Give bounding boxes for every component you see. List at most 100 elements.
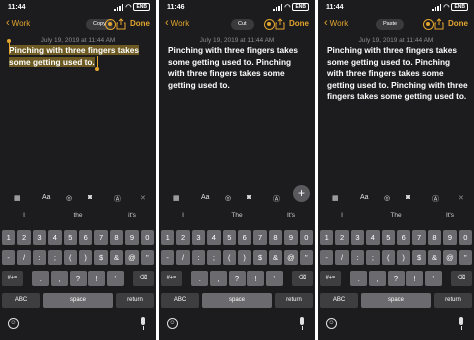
key[interactable]: ) (238, 250, 252, 265)
back-button[interactable]: ‹ Work (165, 18, 189, 29)
key[interactable]: ! (88, 271, 106, 286)
add-person-icon[interactable] (264, 19, 275, 30)
key[interactable]: ( (381, 250, 395, 265)
markup-icon[interactable]: Ⓐ (114, 194, 121, 204)
symbols-toggle-key[interactable]: #+= (2, 271, 23, 286)
checklist-icon[interactable]: ◎ (384, 194, 390, 202)
done-button[interactable]: Done (448, 19, 468, 28)
key[interactable]: ; (207, 250, 221, 265)
close-icon[interactable]: ✕ (140, 194, 146, 202)
key[interactable]: 1 (2, 230, 16, 245)
key[interactable]: / (335, 250, 349, 265)
backspace-icon[interactable]: ⌫ (133, 271, 154, 286)
abc-key[interactable]: ABC (2, 293, 40, 308)
suggestion-item[interactable]: It's (271, 212, 311, 219)
checklist-icon[interactable]: ◎ (225, 194, 231, 202)
emoji-icon[interactable]: ☺ (8, 318, 19, 329)
add-person-icon[interactable] (423, 19, 434, 30)
key[interactable]: ? (228, 271, 246, 286)
key[interactable]: 7 (253, 230, 267, 245)
key[interactable]: 5 (381, 230, 395, 245)
suggestion-item[interactable]: The (217, 212, 257, 219)
key[interactable]: 9 (284, 230, 298, 245)
done-button[interactable]: Done (130, 19, 150, 28)
key[interactable]: 9 (443, 230, 457, 245)
close-icon[interactable]: ✕ (458, 194, 464, 202)
suggestion-item[interactable]: I (4, 212, 44, 219)
add-person-icon[interactable] (105, 19, 116, 30)
key[interactable]: 4 (207, 230, 221, 245)
key[interactable]: 0 (458, 230, 472, 245)
format-button[interactable]: Aa (201, 194, 210, 201)
key[interactable]: & (427, 250, 442, 265)
key[interactable]: ' (424, 271, 442, 286)
key[interactable]: . (32, 271, 50, 286)
key[interactable]: : (32, 250, 47, 265)
key[interactable]: ' (265, 271, 283, 286)
key[interactable]: - (161, 250, 175, 265)
key[interactable]: / (176, 250, 190, 265)
key[interactable]: : (350, 250, 365, 265)
key[interactable]: ) (397, 250, 411, 265)
key[interactable]: " (140, 250, 154, 265)
key[interactable]: 5 (63, 230, 77, 245)
space-key[interactable]: space (43, 293, 113, 308)
abc-key[interactable]: ABC (161, 293, 199, 308)
suggestion-item[interactable]: I (322, 212, 362, 219)
key[interactable]: ; (48, 250, 62, 265)
key[interactable]: 3 (191, 230, 206, 245)
key[interactable]: 3 (32, 230, 47, 245)
key[interactable]: - (320, 250, 334, 265)
key[interactable]: 1 (161, 230, 175, 245)
key[interactable]: 8 (427, 230, 442, 245)
key[interactable]: @ (284, 250, 298, 265)
camera-icon[interactable]: ◙ (88, 194, 92, 201)
key[interactable]: " (299, 250, 313, 265)
cut-button[interactable]: Cut (231, 19, 254, 30)
microphone-icon[interactable] (140, 317, 146, 330)
key[interactable]: 1 (320, 230, 334, 245)
table-icon[interactable]: ▦ (173, 194, 180, 202)
note-body[interactable]: Pinching with three fingers takes some g… (9, 45, 150, 68)
note-body[interactable]: Pinching with three fingers takes some g… (327, 45, 468, 103)
key[interactable]: . (191, 271, 209, 286)
key[interactable]: 7 (94, 230, 108, 245)
key[interactable]: ) (79, 250, 93, 265)
key[interactable]: ' (106, 271, 124, 286)
key[interactable]: 2 (176, 230, 190, 245)
key[interactable]: / (17, 250, 31, 265)
key[interactable]: " (458, 250, 472, 265)
suggestion-item[interactable]: the (58, 212, 98, 219)
done-button[interactable]: Done (289, 19, 309, 28)
key[interactable]: $ (253, 250, 267, 265)
symbols-toggle-key[interactable]: #+= (161, 271, 182, 286)
key[interactable]: - (2, 250, 16, 265)
microphone-icon[interactable] (299, 317, 305, 330)
key[interactable]: : (191, 250, 206, 265)
key[interactable]: @ (125, 250, 139, 265)
key[interactable]: 6 (238, 230, 252, 245)
key[interactable]: ; (366, 250, 380, 265)
abc-key[interactable]: ABC (320, 293, 358, 308)
emoji-icon[interactable]: ☺ (167, 318, 178, 329)
suggestion-item[interactable]: it's (112, 212, 152, 219)
key[interactable]: 8 (109, 230, 124, 245)
key[interactable]: , (50, 271, 68, 286)
back-button[interactable]: ‹ Work (324, 18, 348, 29)
key[interactable]: 4 (366, 230, 380, 245)
key[interactable]: 3 (350, 230, 365, 245)
key[interactable]: 6 (79, 230, 93, 245)
key[interactable]: . (350, 271, 368, 286)
share-icon[interactable] (116, 18, 126, 30)
key[interactable]: 4 (48, 230, 62, 245)
return-key[interactable]: return (116, 293, 154, 308)
key[interactable]: 8 (268, 230, 283, 245)
suggestion-item[interactable]: I (163, 212, 203, 219)
suggestion-item[interactable]: The (376, 212, 416, 219)
key[interactable]: $ (412, 250, 426, 265)
format-button[interactable]: Aa (42, 194, 51, 201)
key[interactable]: , (368, 271, 386, 286)
camera-icon[interactable]: ◙ (247, 194, 251, 201)
key[interactable]: ( (63, 250, 77, 265)
table-icon[interactable]: ▦ (14, 194, 21, 202)
